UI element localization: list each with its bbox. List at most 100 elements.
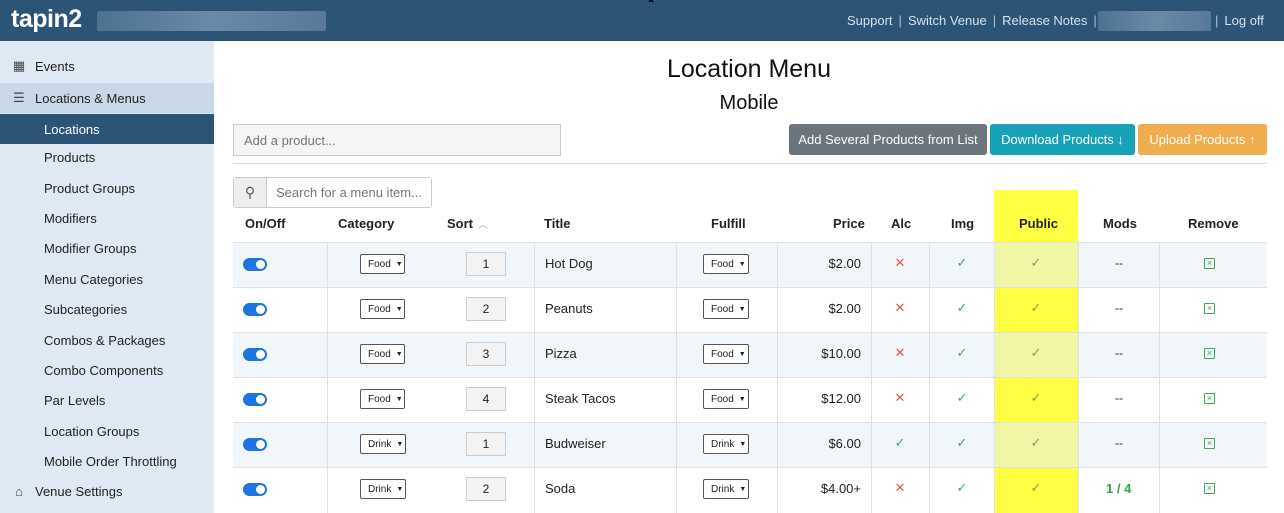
fulfill-dropdown[interactable]: Food ▼ [703,254,749,274]
on-off-toggle[interactable] [243,393,267,406]
caret-down-icon: ▼ [738,350,746,358]
upload-products-button[interactable]: Upload Products ↑ [1138,124,1267,155]
on-off-toggle[interactable] [243,348,267,361]
column-divider [327,242,328,513]
on-off-toggle[interactable] [243,438,267,451]
caret-down-icon: ▼ [738,395,746,403]
mods-link[interactable]: 1 / 4 [1106,481,1131,496]
sort-input[interactable]: 3 [466,342,506,366]
sidebar-item-par-levels[interactable]: Par Levels [0,385,214,415]
fulfill-dropdown[interactable]: Food ▼ [703,299,749,319]
app-logo[interactable]: tapin2 [11,5,82,34]
fulfill-dropdown[interactable]: Food ▼ [703,344,749,364]
img-check-icon[interactable]: ✓ [954,255,970,271]
sidebar-item-combo-components[interactable]: Combo Components [0,355,214,385]
sidebar-item-modifiers[interactable]: Modifiers [0,203,214,233]
column-header-sort[interactable]: Sort [447,216,473,231]
column-header-alc: Alc [891,216,912,231]
img-check-icon[interactable]: ✓ [954,345,970,361]
category-dropdown[interactable]: Food ▼ [360,254,405,274]
fulfill-dropdown[interactable]: Drink ▼ [703,434,749,454]
sidebar-item-locations[interactable]: Locations [0,114,214,144]
img-check-icon[interactable]: ✓ [954,390,970,406]
separator: | [1215,13,1219,28]
switch-venue-link[interactable]: Switch Venue [908,13,987,28]
remove-icon[interactable]: × [1204,393,1215,404]
alc-x-icon[interactable]: ✕ [892,480,908,496]
column-divider [1159,242,1160,513]
caret-down-icon: ▼ [395,395,403,403]
release-notes-link[interactable]: Release Notes [1002,13,1087,28]
sidebar-item-mobile-order-throttling[interactable]: Mobile Order Throttling [0,446,214,476]
column-divider [534,242,535,513]
on-off-toggle[interactable] [243,258,267,271]
download-products-button[interactable]: Download Products ↓ [990,124,1135,155]
remove-icon[interactable]: × [1204,303,1215,314]
category-dropdown[interactable]: Food ▼ [360,344,405,364]
remove-icon[interactable]: × [1204,483,1215,494]
category-dropdown[interactable]: Drink ▼ [360,434,406,454]
sort-input[interactable]: 2 [466,297,506,321]
redacted-venue-name [97,11,326,31]
sidebar-item-products[interactable]: Products [0,142,214,172]
support-link[interactable]: Support [847,13,893,28]
img-check-icon[interactable]: ✓ [954,480,970,496]
sidebar-item-events[interactable]: ▦ Events [0,51,214,81]
add-product-input[interactable] [233,124,561,156]
sidebar-item-modifier-groups[interactable]: Modifier Groups [0,233,214,263]
fulfill-value: Food [711,393,734,405]
alc-x-icon[interactable]: ✕ [892,300,908,316]
category-dropdown[interactable]: Food ▼ [360,389,405,409]
on-off-toggle[interactable] [243,303,267,316]
category-value: Food [368,393,391,405]
sort-input[interactable]: 1 [466,432,506,456]
logoff-wrap: | Log off [1215,13,1264,28]
category-dropdown[interactable]: Food ▼ [360,299,405,319]
fulfill-dropdown[interactable]: Drink ▼ [703,479,749,499]
alc-x-icon[interactable]: ✕ [892,345,908,361]
remove-icon[interactable]: × [1204,258,1215,269]
sidebar-item-label: Locations & Menus [35,90,146,106]
sort-input[interactable]: 1 [466,252,506,276]
remove-icon[interactable]: × [1204,348,1215,359]
price: $6.00 [828,436,861,451]
public-check-icon[interactable]: ✓ [1028,435,1044,451]
img-check-icon[interactable]: ✓ [954,435,970,451]
sidebar-item-label: Events [35,58,75,74]
public-check-icon[interactable]: ✓ [1028,255,1044,271]
price: $2.00 [828,256,861,271]
column-divider [676,242,677,513]
sidebar-item-locations-menus[interactable]: ☰ Locations & Menus [0,83,214,113]
sidebar-item-venue-settings[interactable]: ⌂ Venue Settings [0,476,214,506]
public-check-icon[interactable]: ✓ [1028,345,1044,361]
menu-search-input[interactable] [267,178,431,207]
log-off-link[interactable]: Log off [1224,13,1264,28]
sidebar-item-location-groups[interactable]: Location Groups [0,416,214,446]
sidebar-item-combos-packages[interactable]: Combos & Packages [0,325,214,355]
sidebar-item-label: Locations [44,121,100,137]
remove-icon[interactable]: × [1204,438,1215,449]
product-title: Hot Dog [545,256,593,271]
public-check-icon[interactable]: ✓ [1028,390,1044,406]
search-icon[interactable]: ⚲ [234,178,267,207]
sort-input[interactable]: 2 [466,477,506,501]
caret-down-icon: ▼ [738,305,746,313]
alc-x-icon[interactable]: ✕ [892,255,908,271]
category-dropdown[interactable]: Drink ▼ [360,479,406,499]
column-header-remove: Remove [1188,216,1239,231]
add-several-products-button[interactable]: Add Several Products from List [789,124,987,155]
sort-input[interactable]: 4 [466,387,506,411]
on-off-toggle[interactable] [243,483,267,496]
alc-check-icon[interactable]: ✓ [892,435,908,451]
sidebar-item-product-groups[interactable]: Product Groups [0,173,214,203]
sidebar-item-menu-categories[interactable]: Menu Categories [0,264,214,294]
public-check-icon[interactable]: ✓ [1028,480,1044,496]
fulfill-dropdown[interactable]: Food ▼ [703,389,749,409]
alc-x-icon[interactable]: ✕ [892,390,908,406]
list-icon: ☰ [13,90,25,105]
sidebar-item-subcategories[interactable]: Subcategories [0,294,214,324]
sort-asc-icon[interactable]: ︿ [478,216,488,231]
img-check-icon[interactable]: ✓ [954,300,970,316]
public-check-icon[interactable]: ✓ [1028,300,1044,316]
divider [233,163,1267,164]
